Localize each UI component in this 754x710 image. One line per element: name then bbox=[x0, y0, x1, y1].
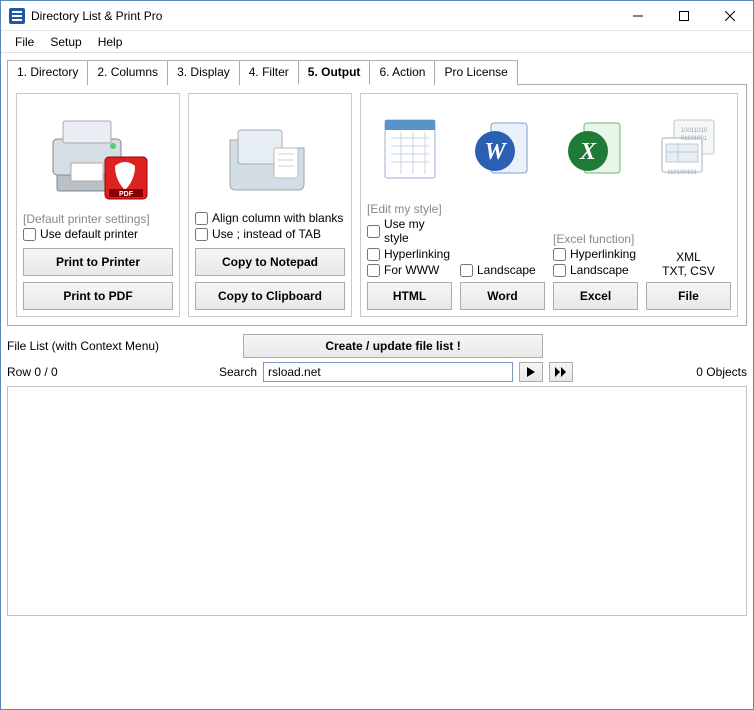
search-next-button[interactable] bbox=[519, 362, 543, 382]
tabs: 1. Directory 2. Columns 3. Display 4. Fi… bbox=[7, 59, 747, 85]
printer-pdf-icon: PDF bbox=[23, 100, 173, 212]
tab-directory[interactable]: 1. Directory bbox=[7, 60, 88, 85]
menu-setup[interactable]: Setup bbox=[42, 33, 89, 51]
search-label: Search bbox=[219, 365, 257, 379]
svg-text:W: W bbox=[484, 139, 507, 165]
tab-pro-license[interactable]: Pro License bbox=[434, 60, 517, 85]
print-to-pdf-button[interactable]: Print to PDF bbox=[23, 282, 173, 310]
output-panel: PDF [Default printer settings] Use defau… bbox=[7, 85, 747, 326]
svg-text:X: X bbox=[578, 139, 596, 165]
tab-filter[interactable]: 4. Filter bbox=[239, 60, 299, 85]
use-semicolon-checkbox[interactable]: Use ; instead of TAB bbox=[195, 226, 345, 242]
for-www-checkbox[interactable]: For WWW bbox=[367, 262, 452, 278]
svg-text:PDF: PDF bbox=[119, 191, 134, 198]
search-fast-forward-button[interactable] bbox=[549, 362, 573, 382]
excel-function-hint: [Excel function] bbox=[553, 232, 638, 246]
menubar: File Setup Help bbox=[1, 31, 753, 53]
use-my-style-checkbox[interactable]: Use my style bbox=[367, 216, 452, 246]
tab-output[interactable]: 5. Output bbox=[298, 60, 371, 85]
svg-text:110100101: 110100101 bbox=[667, 170, 697, 176]
row-count-label: Row 0 / 0 bbox=[7, 365, 67, 379]
landscape-word-checkbox[interactable]: Landscape bbox=[460, 262, 545, 278]
align-column-blanks-checkbox[interactable]: Align column with blanks bbox=[195, 210, 345, 226]
file-binary-icon: 10011010 01101001 110100101 bbox=[656, 116, 722, 182]
export-group: W X 10011010 01101001 110100101 bbox=[360, 93, 738, 317]
txt-csv-label: TXT, CSV bbox=[646, 264, 731, 278]
play-icon bbox=[527, 367, 535, 377]
edit-style-hint: [Edit my style] bbox=[367, 202, 452, 216]
titlebar: Directory List & Print Pro bbox=[1, 1, 753, 31]
svg-text:01101001: 01101001 bbox=[680, 136, 707, 142]
hyperlinking-excel-checkbox[interactable]: Hyperlinking bbox=[553, 246, 638, 262]
tab-action[interactable]: 6. Action bbox=[369, 60, 435, 85]
svg-text:10011010: 10011010 bbox=[680, 128, 707, 134]
word-icon: W bbox=[471, 117, 535, 181]
excel-icon: X bbox=[564, 117, 628, 181]
hyperlinking-html-checkbox[interactable]: Hyperlinking bbox=[367, 246, 452, 262]
app-icon bbox=[9, 8, 25, 24]
export-excel-button[interactable]: Excel bbox=[553, 282, 638, 310]
html-icon bbox=[379, 114, 441, 184]
close-button[interactable] bbox=[707, 1, 753, 31]
fast-forward-icon bbox=[555, 367, 567, 377]
window-title: Directory List & Print Pro bbox=[31, 9, 162, 23]
maximize-button[interactable] bbox=[661, 1, 707, 31]
landscape-excel-checkbox[interactable]: Landscape bbox=[553, 262, 638, 278]
use-default-printer-checkbox[interactable]: Use default printer bbox=[23, 226, 173, 242]
print-to-printer-button[interactable]: Print to Printer bbox=[23, 248, 173, 276]
object-count-label: 0 Objects bbox=[696, 365, 747, 379]
copy-to-clipboard-button[interactable]: Copy to Clipboard bbox=[195, 282, 345, 310]
file-list-label: File List (with Context Menu) bbox=[7, 339, 159, 353]
folder-document-icon bbox=[195, 100, 345, 210]
print-group: PDF [Default printer settings] Use defau… bbox=[16, 93, 180, 317]
xml-label: XML bbox=[646, 250, 731, 264]
copy-group: Align column with blanks Use ; instead o… bbox=[188, 93, 352, 317]
default-printer-hint: [Default printer settings] bbox=[23, 212, 173, 226]
export-file-button[interactable]: File bbox=[646, 282, 731, 310]
tab-columns[interactable]: 2. Columns bbox=[87, 60, 168, 85]
menu-help[interactable]: Help bbox=[90, 33, 131, 51]
mid-bar: File List (with Context Menu) Create / u… bbox=[1, 332, 753, 360]
minimize-button[interactable] bbox=[615, 1, 661, 31]
export-word-button[interactable]: Word bbox=[460, 282, 545, 310]
create-update-file-list-button[interactable]: Create / update file list ! bbox=[243, 334, 543, 358]
export-html-button[interactable]: HTML bbox=[367, 282, 452, 310]
search-bar: Row 0 / 0 Search 0 Objects bbox=[1, 360, 753, 386]
copy-to-notepad-button[interactable]: Copy to Notepad bbox=[195, 248, 345, 276]
tab-display[interactable]: 3. Display bbox=[167, 60, 240, 85]
file-list-panel[interactable] bbox=[7, 386, 747, 616]
search-input[interactable] bbox=[263, 362, 513, 382]
menu-file[interactable]: File bbox=[7, 33, 42, 51]
